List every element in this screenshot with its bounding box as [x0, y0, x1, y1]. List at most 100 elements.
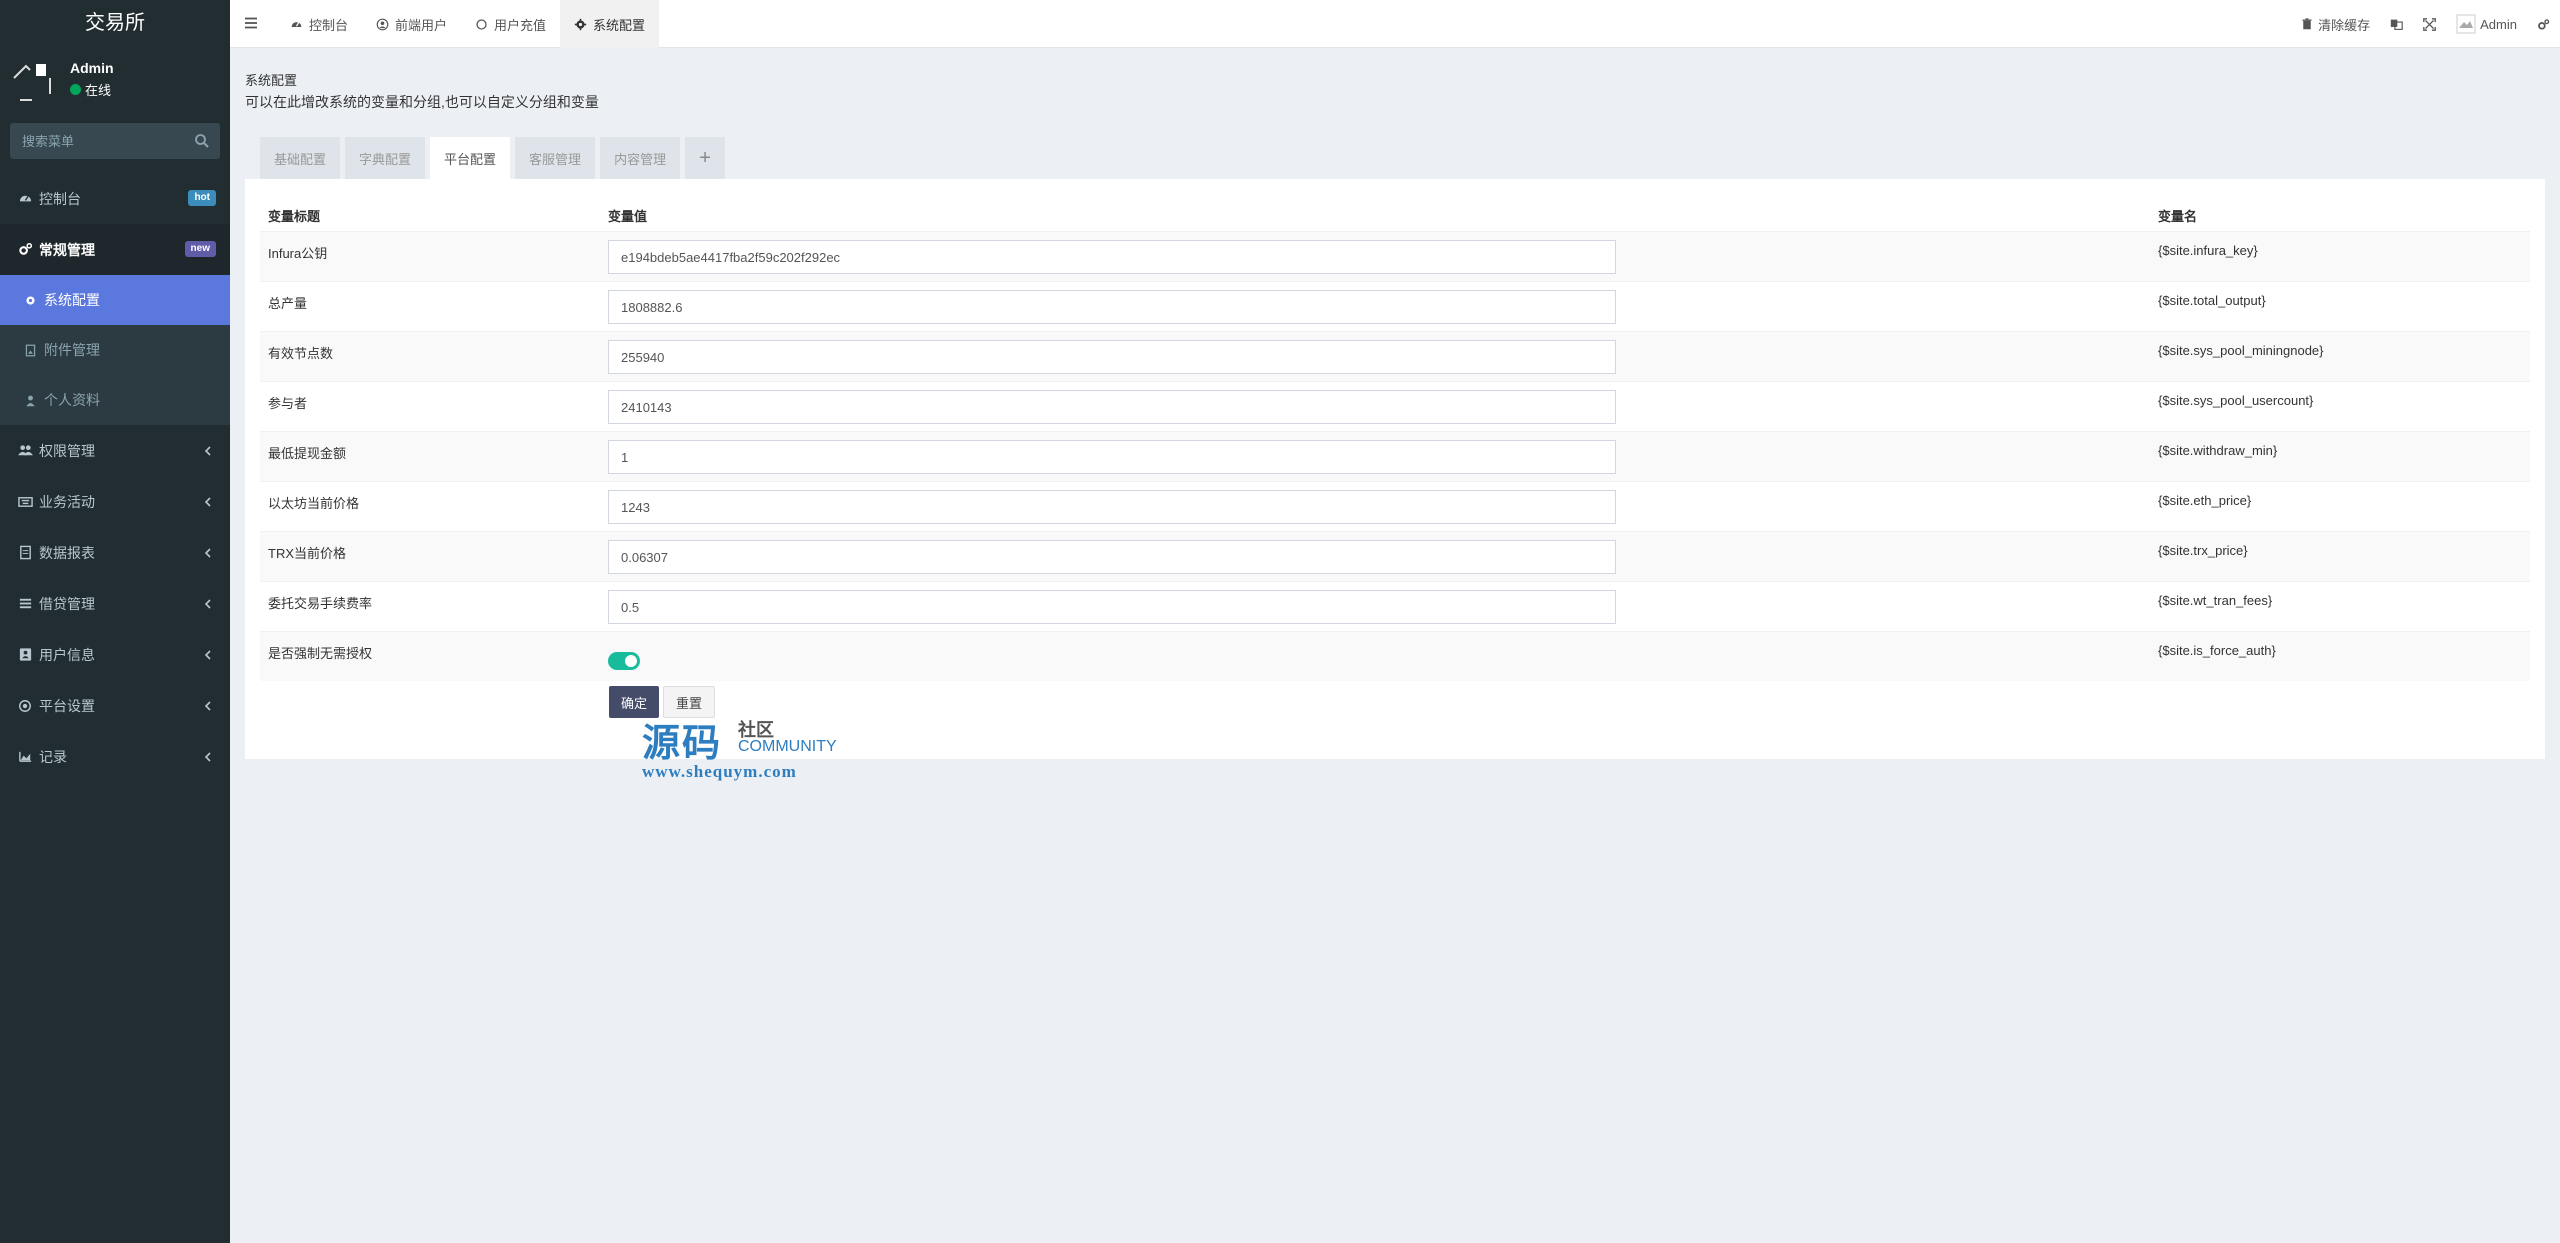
row-variable-name: {$site.trx_price} — [2158, 543, 2248, 558]
tab-user-recharge[interactable]: 用户充值 — [461, 0, 560, 48]
sidebar-item-platform-settings[interactable]: 平台设置 — [0, 680, 230, 731]
row-variable-name: {$site.withdraw_min} — [2158, 443, 2278, 458]
gear-icon — [574, 18, 587, 31]
tab-platform-config[interactable]: 平台配置 — [430, 137, 511, 179]
tab-content-management[interactable]: 内容管理 — [600, 137, 681, 179]
user-name: Admin — [70, 60, 114, 76]
eth-price-input[interactable] — [608, 490, 1616, 524]
sidebar-item-label: 借贷管理 — [39, 595, 95, 612]
users-group-icon — [17, 443, 33, 459]
row-title: TRX当前价格 — [268, 546, 347, 561]
sidebar-item-label: 系统配置 — [44, 292, 100, 308]
tab-label: 用户充值 — [494, 17, 547, 33]
watermark-url: www.shequym.com — [642, 762, 797, 781]
admin-user-menu[interactable]: Admin — [2446, 0, 2527, 48]
tab-frontend-users[interactable]: 前端用户 — [362, 0, 461, 48]
cogs-icon — [2537, 18, 2550, 31]
sidebar-item-general[interactable]: 常规管理 new — [0, 224, 230, 275]
row-title: 委托交易手续费率 — [268, 596, 373, 611]
sidebar-item-loans[interactable]: 借贷管理 — [0, 578, 230, 629]
trade-fee-input[interactable] — [608, 590, 1616, 624]
row-title: 以太坊当前价格 — [268, 496, 360, 511]
sidebar-item-user-info[interactable]: 用户信息 — [0, 629, 230, 680]
sidebar: 交易所 Admin 在线 控制台 hot 常规管理 new — [0, 0, 230, 1243]
sidebar-item-label: 记录 — [39, 748, 67, 765]
content-header: 系统配置 可以在此增改系统的变量和分组,也可以自定义分组和变量 — [245, 72, 599, 111]
row-title: 是否强制无需授权 — [268, 646, 373, 661]
user-count-input[interactable] — [608, 390, 1616, 424]
tab-dashboard[interactable]: 控制台 — [276, 0, 362, 48]
user-status: 在线 — [70, 80, 111, 99]
sidebar-item-profile[interactable]: 个人资料 — [0, 375, 230, 425]
gear-icon — [22, 292, 38, 308]
clear-cache-label: 清除缓存 — [2318, 17, 2371, 33]
sidebar-item-system-config[interactable]: 系统配置 — [0, 275, 230, 325]
row-title: 最低提现金额 — [268, 446, 347, 461]
table-row: TRX当前价格 {$site.trx_price} — [260, 531, 2530, 581]
sidebar-item-label: 个人资料 — [44, 392, 100, 408]
force-auth-toggle[interactable] — [608, 652, 640, 670]
top-right-tools: 清除缓存 Admin — [2291, 0, 2560, 48]
chevron-left-icon — [204, 599, 211, 609]
table-row: 最低提现金额 {$site.withdraw_min} — [260, 431, 2530, 481]
avatar — [10, 58, 55, 103]
file-image-icon — [22, 342, 38, 358]
search-input[interactable] — [10, 123, 185, 159]
tab-system-config[interactable]: 系统配置 — [560, 0, 660, 48]
file-text-icon — [17, 545, 33, 561]
row-variable-name: {$site.wt_tran_fees} — [2158, 593, 2273, 608]
sidebar-item-label: 平台设置 — [39, 697, 95, 714]
table-row: Infura公钥 {$site.infura_key} — [260, 231, 2530, 281]
add-tab-button[interactable]: + — [685, 137, 726, 179]
row-title: Infura公钥 — [268, 246, 328, 261]
user-icon — [22, 392, 38, 408]
settings-button[interactable] — [2527, 0, 2560, 48]
chevron-left-icon — [204, 446, 211, 456]
total-output-input[interactable] — [608, 290, 1616, 324]
config-panel: 变量标题 变量值 变量名 Infura公钥 {$site.infura_key}… — [245, 179, 2545, 759]
row-variable-name: {$site.sys_pool_usercount} — [2158, 393, 2314, 408]
cogs-icon — [17, 242, 33, 258]
user-circle-icon — [376, 18, 389, 31]
chevron-left-icon — [204, 701, 211, 711]
trx-price-input[interactable] — [608, 540, 1616, 574]
header-value: 变量值 — [608, 208, 648, 224]
watermark-logo: 源码 社区 COMMUNITY www.shequym.com — [640, 712, 850, 782]
tab-label: 系统配置 — [593, 17, 646, 33]
top-tabs: 控制台 前端用户 用户充值 系统配置 — [276, 0, 660, 48]
chevron-left-icon — [204, 548, 211, 558]
sidebar-item-attachments[interactable]: 附件管理 — [0, 325, 230, 375]
tab-dictionary-config[interactable]: 字典配置 — [345, 137, 426, 179]
sidebar-item-reports[interactable]: 数据报表 — [0, 527, 230, 578]
tab-customer-service[interactable]: 客服管理 — [515, 137, 596, 179]
expand-icon — [2423, 17, 2436, 31]
mining-node-input[interactable] — [608, 340, 1616, 374]
new-badge: new — [184, 241, 216, 257]
language-button[interactable] — [2380, 0, 2413, 48]
avatar — [2456, 14, 2476, 34]
menu-toggle-icon[interactable] — [244, 16, 258, 30]
chevron-left-icon — [204, 752, 211, 762]
sidebar-item-activities[interactable]: 业务活动 — [0, 476, 230, 527]
sidebar-item-permissions[interactable]: 权限管理 — [0, 425, 230, 476]
chevron-left-icon — [204, 650, 211, 660]
row-title: 总产量 — [268, 296, 308, 311]
address-card-icon — [17, 647, 33, 663]
keyboard-icon — [17, 494, 33, 510]
brand-logo[interactable]: 交易所 — [0, 0, 230, 46]
trash-icon — [2301, 17, 2314, 31]
chevron-left-icon — [204, 497, 211, 507]
tab-basic-config[interactable]: 基础配置 — [260, 137, 341, 179]
clear-cache-button[interactable]: 清除缓存 — [2291, 0, 2380, 48]
infura-key-input[interactable] — [608, 240, 1616, 274]
sidebar-item-records[interactable]: 记录 — [0, 731, 230, 782]
row-variable-name: {$site.eth_price} — [2158, 493, 2252, 508]
row-variable-name: {$site.is_force_auth} — [2158, 643, 2276, 658]
row-variable-name: {$site.total_output} — [2158, 293, 2266, 308]
online-dot-icon — [70, 84, 81, 95]
withdraw-min-input[interactable] — [608, 440, 1616, 474]
search-icon[interactable] — [194, 133, 210, 149]
page-description: 可以在此增改系统的变量和分组,也可以自定义分组和变量 — [245, 94, 599, 110]
fullscreen-button[interactable] — [2413, 0, 2446, 48]
sidebar-item-dashboard[interactable]: 控制台 hot — [0, 173, 230, 224]
